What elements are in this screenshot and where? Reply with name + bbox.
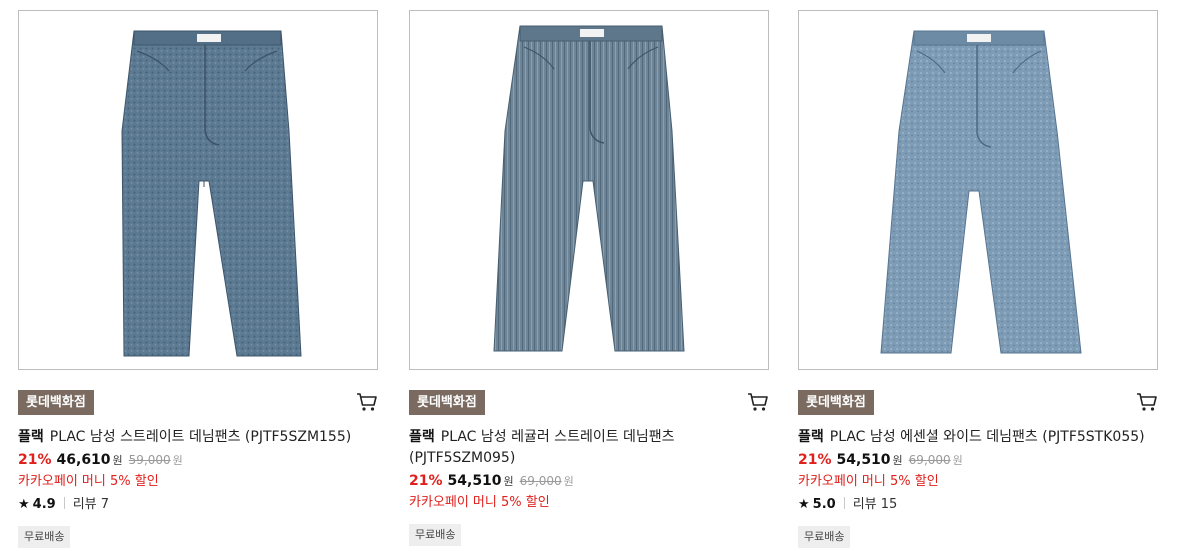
review-count[interactable]: 리뷰 7	[73, 497, 109, 512]
store-badge: 롯데백화점	[798, 390, 874, 415]
review-count[interactable]: 리뷰 15	[853, 497, 898, 512]
brand-name: 플랙	[798, 429, 824, 445]
divider	[843, 497, 845, 509]
product-card[interactable]: 롯데백화점 플랙 PLAC 남성 레귤러 스트레이트 데님팬츠 (PJTF5SZM…	[409, 0, 769, 546]
jeans-image	[121, 30, 302, 357]
currency-unit: 원	[112, 454, 123, 467]
rating-score: 4.9	[32, 497, 56, 512]
rating-score: 5.0	[812, 497, 836, 512]
promo-text: 카카오페이 머니 5% 할인	[798, 474, 939, 489]
brand-name: 플랙	[409, 429, 435, 445]
currency-unit: 원	[172, 454, 183, 467]
currency-unit: 원	[952, 454, 963, 467]
price-row: 21% 54,510 원 69,000 원	[409, 471, 769, 492]
currency-unit: 원	[563, 475, 574, 488]
product-name: PLAC 남성 레귤러 스트레이트 데님팬츠 (PJTF5SZM095)	[409, 429, 675, 466]
original-price: 59,000	[128, 453, 171, 467]
free-shipping-tag: 무료배송	[409, 524, 462, 546]
cart-icon[interactable]	[747, 392, 769, 412]
store-badge: 롯데백화점	[409, 390, 485, 415]
rating-row: ★ 4.9 리뷰 7	[18, 495, 378, 515]
discount-rate: 21%	[798, 452, 832, 468]
product-name: PLAC 남성 스트레이트 데님팬츠 (PJTF5SZM155)	[49, 429, 352, 445]
store-badge: 롯데백화점	[18, 390, 94, 415]
currency-unit: 원	[503, 475, 514, 488]
product-title[interactable]: 플랙 PLAC 남성 스트레이트 데님팬츠 (PJTF5SZM155)	[18, 427, 373, 448]
product-name: PLAC 남성 에센셜 와이드 데님팬츠 (PJTF5STK055)	[829, 429, 1145, 445]
product-title[interactable]: 플랙 PLAC 남성 레귤러 스트레이트 데님팬츠 (PJTF5SZM095)	[409, 427, 764, 469]
discount-rate: 21%	[409, 473, 443, 489]
jeans-image	[880, 30, 1082, 354]
star-icon: ★	[798, 497, 810, 512]
divider	[63, 497, 65, 509]
sale-price: 46,610	[56, 452, 111, 468]
original-price: 69,000	[519, 474, 562, 488]
cart-icon[interactable]	[1136, 392, 1158, 412]
price-row: 21% 54,510 원 69,000 원	[798, 450, 1158, 471]
jeans-image	[493, 25, 685, 352]
price-row: 21% 46,610 원 59,000 원	[18, 450, 378, 471]
product-card[interactable]: 롯데백화점 플랙 PLAC 남성 스트레이트 데님팬츠 (PJTF5SZM155)…	[18, 0, 378, 548]
free-shipping-tag: 무료배송	[798, 526, 851, 548]
promo-text: 카카오페이 머니 5% 할인	[18, 474, 159, 489]
product-image[interactable]	[18, 10, 378, 370]
brand-name: 플랙	[18, 429, 44, 445]
sale-price: 54,510	[836, 452, 891, 468]
original-price: 69,000	[908, 453, 951, 467]
rating-row: ★ 5.0 리뷰 15	[798, 495, 1158, 515]
star-icon: ★	[18, 497, 30, 512]
product-image[interactable]	[409, 10, 769, 370]
product-card[interactable]: 롯데백화점 플랙 PLAC 남성 에센셜 와이드 데님팬츠 (PJTF5STK05…	[798, 0, 1158, 548]
promo-text: 카카오페이 머니 5% 할인	[409, 495, 550, 510]
currency-unit: 원	[892, 454, 903, 467]
free-shipping-tag: 무료배송	[18, 526, 71, 548]
product-title[interactable]: 플랙 PLAC 남성 에센셜 와이드 데님팬츠 (PJTF5STK055)	[798, 427, 1153, 448]
sale-price: 54,510	[447, 473, 502, 489]
product-image[interactable]	[798, 10, 1158, 370]
discount-rate: 21%	[18, 452, 52, 468]
cart-icon[interactable]	[356, 392, 378, 412]
